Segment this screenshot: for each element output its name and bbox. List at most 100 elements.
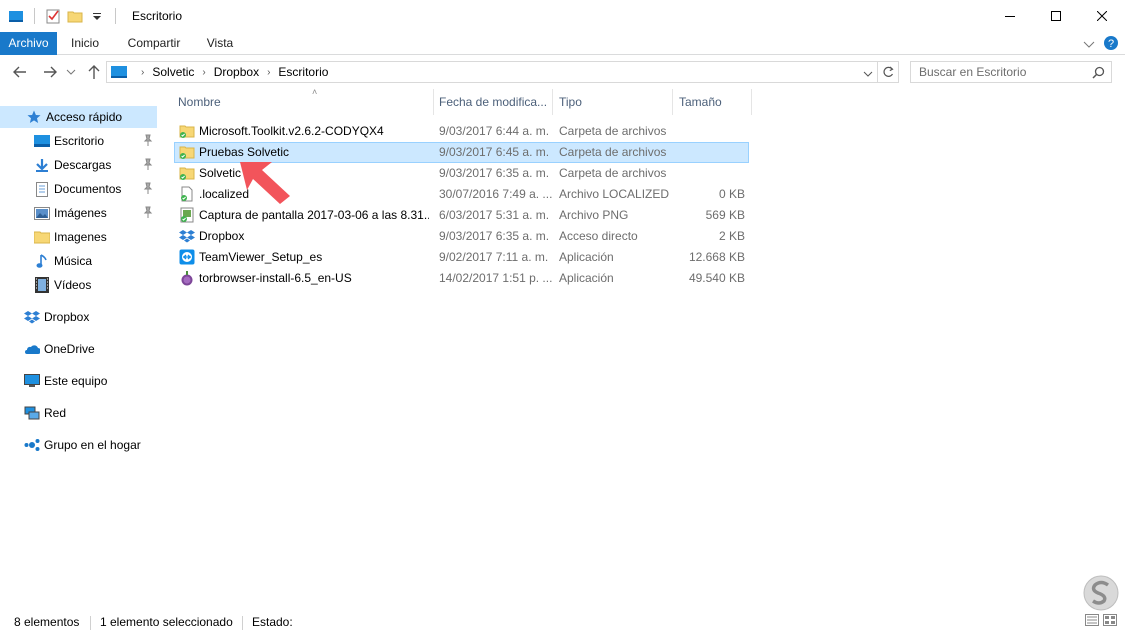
- pin-icon[interactable]: [143, 206, 153, 221]
- breadcrumb-separator[interactable]: ›: [202, 67, 205, 78]
- status-divider: [90, 616, 91, 630]
- document-icon: [34, 181, 50, 197]
- file-type: Carpeta de archivos: [559, 166, 667, 180]
- column-header-nombre[interactable]: Nombre ˄: [172, 87, 434, 115]
- file-type: Acceso directo: [559, 229, 638, 243]
- dropbox-icon: [179, 228, 195, 244]
- file-row[interactable]: Captura de pantalla 2017-03-06 a las 8.3…: [174, 205, 749, 226]
- breadcrumb-separator[interactable]: ›: [141, 67, 144, 78]
- quick-access-toolbar: Escritorio: [0, 0, 182, 32]
- sidebar-item-escritorio[interactable]: Escritorio: [0, 130, 157, 152]
- refresh-button[interactable]: [877, 61, 899, 83]
- back-button[interactable]: [10, 63, 30, 81]
- sidebar-item-dropbox[interactable]: Dropbox: [0, 306, 157, 328]
- file-date: 6/03/2017 5:31 a. m.: [439, 208, 550, 222]
- close-button[interactable]: [1079, 0, 1125, 32]
- help-icon[interactable]: ?: [1103, 35, 1119, 54]
- sidebar-item-label: Red: [44, 406, 67, 420]
- file-name: Microsoft.Toolkit.v2.6.2-CODYQX4: [199, 124, 384, 138]
- qa-divider: [34, 8, 35, 24]
- maximize-button[interactable]: [1033, 0, 1079, 32]
- tab-vista[interactable]: Vista: [198, 32, 242, 55]
- file-type: Carpeta de archivos: [559, 145, 667, 159]
- homegroup-icon: [24, 437, 40, 453]
- new-folder-icon[interactable]: [67, 8, 83, 24]
- forward-arrow-icon: [44, 66, 57, 78]
- column-header-tamano[interactable]: Tamaño: [673, 89, 751, 115]
- search-icon[interactable]: [1092, 66, 1105, 82]
- tab-archivo[interactable]: Archivo: [0, 32, 57, 55]
- explorer-window-icon[interactable]: [8, 8, 24, 24]
- pin-icon[interactable]: [143, 134, 153, 149]
- column-header-tipo[interactable]: Tipo: [553, 89, 673, 115]
- sidebar-item-acceso-rapido[interactable]: Acceso rápido: [0, 106, 157, 128]
- file-size: 569 KB: [705, 208, 745, 222]
- customize-dropdown-icon[interactable]: [89, 8, 105, 24]
- file-row[interactable]: Microsoft.Toolkit.v2.6.2-CODYQX4 9/03/20…: [174, 121, 749, 142]
- file-size: 49.540 KB: [688, 271, 745, 285]
- file-row[interactable]: TeamViewer_Setup_es 9/02/2017 7:11 a. m.…: [174, 247, 749, 268]
- properties-icon[interactable]: [45, 8, 61, 24]
- tab-inicio[interactable]: Inicio: [60, 32, 110, 55]
- sidebar-item-este-equipo[interactable]: Este equipo: [0, 370, 157, 392]
- expand-ribbon-icon[interactable]: [1083, 38, 1095, 52]
- forward-button[interactable]: [40, 63, 60, 81]
- sidebar-item-musica[interactable]: Música: [0, 250, 157, 272]
- file-row[interactable]: Dropbox 9/03/2017 6:35 a. m. Acceso dire…: [174, 226, 749, 247]
- sidebar-item-imagenes[interactable]: Imagenes: [0, 226, 157, 248]
- column-header-label: Tamaño: [679, 95, 722, 109]
- file-date: 14/02/2017 1:51 p. ...: [439, 271, 553, 285]
- sidebar-item-red[interactable]: Red: [0, 402, 157, 424]
- details-view-icon[interactable]: [1085, 614, 1099, 629]
- file-size: [674, 163, 745, 184]
- breadcrumb-dropbox[interactable]: Dropbox: [214, 65, 259, 79]
- pin-icon[interactable]: [143, 182, 153, 197]
- title-bar: Escritorio: [0, 0, 1125, 32]
- back-arrow-icon: [13, 66, 26, 78]
- column-header-label: Fecha de modifica...: [439, 95, 548, 109]
- column-divider[interactable]: [751, 89, 752, 115]
- star-icon: [26, 109, 42, 125]
- status-bar: 8 elementos 1 elemento seleccionado Esta…: [0, 610, 1125, 634]
- search-input[interactable]: [919, 65, 1079, 79]
- address-history-dropdown[interactable]: [863, 67, 873, 81]
- sidebar-item-grupo-hogar[interactable]: Grupo en el hogar: [0, 434, 157, 456]
- large-icons-view-icon[interactable]: [1103, 614, 1117, 629]
- dropbox-icon: [24, 309, 40, 325]
- maximize-icon: [1051, 11, 1061, 21]
- file-name: TeamViewer_Setup_es: [199, 250, 323, 264]
- sidebar-item-documentos[interactable]: Documentos: [0, 178, 157, 200]
- recent-locations-button[interactable]: [64, 63, 78, 81]
- sidebar-item-onedrive[interactable]: OneDrive: [0, 338, 157, 360]
- svg-text:?: ?: [1108, 38, 1114, 50]
- breadcrumb-separator[interactable]: ›: [267, 67, 270, 78]
- up-button[interactable]: [84, 63, 104, 81]
- refresh-icon: [882, 66, 894, 77]
- search-box[interactable]: [910, 61, 1112, 83]
- file-row[interactable]: torbrowser-install-6.5_en-US 14/02/2017 …: [174, 268, 749, 289]
- file-date: 9/03/2017 6:44 a. m.: [439, 124, 550, 138]
- image-file-icon: [179, 207, 195, 223]
- breadcrumb-escritorio[interactable]: Escritorio: [278, 65, 328, 79]
- breadcrumb-solvetic[interactable]: Solvetic: [152, 65, 194, 79]
- column-header-label: Nombre: [178, 95, 221, 109]
- address-bar[interactable]: › Solvetic › Dropbox › Escritorio: [106, 61, 878, 83]
- music-icon: [34, 253, 50, 269]
- download-icon: [34, 157, 50, 173]
- column-header-fecha[interactable]: Fecha de modifica...: [433, 89, 552, 115]
- file-type: Aplicación: [559, 271, 614, 285]
- sidebar-item-videos[interactable]: Vídeos: [0, 274, 157, 296]
- pin-icon[interactable]: [143, 158, 153, 173]
- folder-synced-icon: [179, 123, 195, 139]
- tab-compartir[interactable]: Compartir: [116, 32, 192, 55]
- minimize-button[interactable]: [987, 0, 1033, 32]
- video-icon: [34, 277, 50, 293]
- desktop-icon: [34, 133, 50, 149]
- sidebar-item-label: Acceso rápido: [46, 110, 123, 124]
- sidebar-item-descargas[interactable]: Descargas: [0, 154, 157, 176]
- status-selection: 1 elemento seleccionado: [100, 615, 233, 629]
- sidebar-item-imagenes-pinned[interactable]: Imágenes: [0, 202, 157, 224]
- file-type: Aplicación: [559, 250, 614, 264]
- window-title: Escritorio: [132, 9, 183, 23]
- sidebar-item-label: Documentos: [54, 182, 122, 196]
